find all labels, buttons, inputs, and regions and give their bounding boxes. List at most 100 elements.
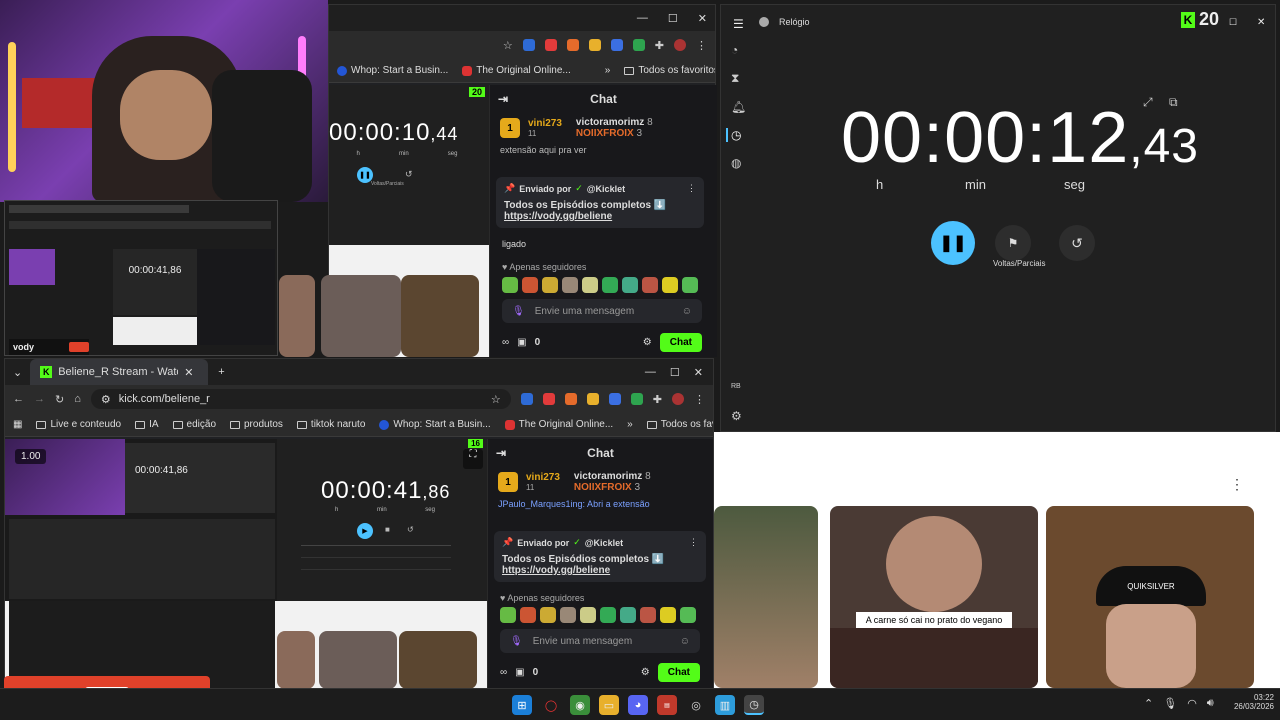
all-favorites[interactable]: Todos os favoritos xyxy=(624,65,715,76)
puzzle-icon[interactable]: ✚ xyxy=(655,39,664,52)
notepad-icon[interactable]: ▥ xyxy=(715,695,735,715)
maximize-icon[interactable]: ☐ xyxy=(670,366,680,379)
close-icon[interactable]: ✕ xyxy=(1257,17,1265,28)
alarm-icon[interactable]: 🔔︎ xyxy=(731,100,746,114)
wifi-icon[interactable]: ◠ xyxy=(1187,697,1197,710)
menu-dots-icon[interactable]: ⋮ xyxy=(696,39,707,52)
obs-icon[interactable]: ◎ xyxy=(686,695,706,715)
menu-dots-icon[interactable]: ⋮ xyxy=(694,393,705,406)
points-icon[interactable]: ▣ xyxy=(517,337,526,348)
extension-icon[interactable] xyxy=(632,39,645,51)
user-initials[interactable]: RB xyxy=(731,383,741,390)
tab-kick-stream[interactable]: KBeliene_R Stream - Watch Live✕ xyxy=(30,359,209,385)
system-clock[interactable]: 03:22 26/03/2026 xyxy=(1224,693,1274,711)
hamburger-menu-icon[interactable]: ☰ xyxy=(733,17,744,31)
minimize-icon[interactable]: — xyxy=(637,12,648,24)
close-icon[interactable]: ✕ xyxy=(698,12,707,25)
bookmark-whop[interactable]: Whop: Start a Busin... xyxy=(379,419,491,430)
chat-send-button[interactable]: Chat xyxy=(657,663,700,682)
video-thumbnail-vegan[interactable]: A carne só cai no prato do vegano xyxy=(830,506,1038,688)
infinity-icon[interactable]: ∞ xyxy=(500,667,507,678)
back-icon[interactable]: ← xyxy=(13,393,24,405)
playback-speed[interactable]: 1.00 xyxy=(15,449,47,464)
video-thumbnail[interactable] xyxy=(319,631,397,689)
more-bookmarks-icon[interactable]: » xyxy=(605,65,611,76)
video-thumbnail[interactable] xyxy=(401,275,479,357)
bookmark-original[interactable]: The Original Online... xyxy=(504,419,613,430)
app-icon[interactable]: ▤ xyxy=(657,695,677,715)
home-icon[interactable]: ⌂ xyxy=(74,393,81,405)
lap-button[interactable]: ⚑ xyxy=(995,225,1031,261)
chat-send-button[interactable]: Chat xyxy=(659,333,702,352)
pinned-link[interactable]: https://vody.gg/beliene xyxy=(504,211,696,222)
stream-player[interactable]: 1.00 00:00:41,86 16 ⛶ 00:00:41,86 h min se… xyxy=(5,439,487,601)
extension-icon[interactable] xyxy=(586,393,599,405)
pinned-link[interactable]: https://vody.gg/beliene xyxy=(502,565,698,576)
pause-button[interactable]: ❚❚ xyxy=(931,221,975,265)
extension-icon[interactable] xyxy=(610,39,623,51)
minimize-icon[interactable]: — xyxy=(645,366,656,378)
close-tab-icon[interactable]: ✕ xyxy=(184,366,193,379)
stopwatch-icon[interactable]: ◷ xyxy=(726,128,746,142)
maximize-icon[interactable]: ☐ xyxy=(668,12,678,25)
more-options-icon[interactable]: ⋮ xyxy=(1230,476,1244,493)
video-thumbnail[interactable] xyxy=(321,275,401,357)
star-icon[interactable]: ☆ xyxy=(491,393,501,406)
settings-gear-icon[interactable]: ⚙ xyxy=(731,409,742,423)
youtube-extension-icon[interactable] xyxy=(542,393,555,405)
youtube-extension-icon[interactable] xyxy=(544,39,557,51)
video-thumbnail-crowd[interactable] xyxy=(714,506,818,688)
extension-icon[interactable] xyxy=(522,39,535,51)
extension-icon[interactable] xyxy=(608,393,621,405)
chevron-up-icon[interactable]: ⌃ xyxy=(1144,697,1153,710)
apps-grid-icon[interactable]: ▦ xyxy=(13,419,22,430)
gear-icon[interactable]: ⚙ xyxy=(643,337,652,348)
avatar[interactable] xyxy=(672,393,684,405)
address-bar[interactable]: ⚙ kick.com/beliene_r ☆ xyxy=(90,389,511,409)
opera-icon[interactable]: ◯ xyxy=(541,695,561,715)
extension-icon[interactable] xyxy=(566,39,579,51)
chrome-icon[interactable]: ◉ xyxy=(570,695,590,715)
more-bookmarks-icon[interactable]: » xyxy=(627,419,633,430)
chat-input[interactable]: 🎙 Envie uma mensagem ☺ xyxy=(500,629,700,653)
bookmark-folder[interactable]: IA xyxy=(135,419,159,430)
new-tab-icon[interactable]: + xyxy=(208,366,234,378)
bookmark-original[interactable]: The Original Online... xyxy=(462,65,571,76)
video-thumbnail-singer[interactable]: QUIKSILVER xyxy=(1046,506,1254,688)
file-explorer-icon[interactable]: ▭ xyxy=(599,695,619,715)
menu-dots-icon[interactable]: ⋮ xyxy=(687,183,696,194)
forward-icon[interactable]: → xyxy=(34,393,45,405)
tab-list-icon[interactable]: ⌄ xyxy=(5,366,30,379)
extension-icon[interactable] xyxy=(564,393,577,405)
microphone-icon[interactable]: 🎙 xyxy=(1163,697,1177,710)
all-favorites[interactable]: Todos os favoritos xyxy=(646,419,713,430)
bookmark-folder[interactable]: produtos xyxy=(230,419,283,430)
star-icon[interactable]: ☆ xyxy=(503,39,513,52)
world-clock-icon[interactable]: ◍ xyxy=(731,156,746,170)
discord-icon[interactable]: ◕ xyxy=(628,695,648,715)
focus-icon[interactable]: ◔ xyxy=(731,43,746,57)
points-icon[interactable]: ▣ xyxy=(515,667,524,678)
speaker-icon[interactable]: 🔊︎ xyxy=(1207,697,1214,710)
puzzle-icon[interactable]: ✚ xyxy=(653,393,662,406)
avatar[interactable] xyxy=(674,39,686,51)
collapse-chat-icon[interactable]: ⇥ xyxy=(496,446,506,460)
bookmark-whop[interactable]: Whop: Start a Busin... xyxy=(337,65,448,76)
bookmark-folder[interactable]: Live e conteudo xyxy=(36,419,121,430)
video-thumbnail[interactable] xyxy=(399,631,477,689)
collapse-chat-icon[interactable]: ⇥ xyxy=(498,92,508,106)
bookmark-folder[interactable]: tiktok naruto xyxy=(296,419,365,430)
fullscreen-icon[interactable]: ⛶ xyxy=(463,449,483,469)
close-icon[interactable]: ✕ xyxy=(694,366,703,379)
clock-taskbar-icon[interactable]: ◷ xyxy=(744,695,764,715)
menu-dots-icon[interactable]: ⋮ xyxy=(689,537,698,548)
chat-input[interactable]: 🎙 Envie uma mensagem ☺ xyxy=(502,299,702,323)
extension-icon[interactable] xyxy=(520,393,533,405)
start-icon[interactable]: ⊞ xyxy=(512,695,532,715)
extension-icon[interactable] xyxy=(630,393,643,405)
bookmark-folder[interactable]: edição xyxy=(172,419,216,430)
timer-icon[interactable]: ⧗ xyxy=(731,71,746,86)
reset-button[interactable]: ↺ xyxy=(1059,225,1095,261)
maximize-icon[interactable]: ☐ xyxy=(1229,17,1237,28)
reload-icon[interactable]: ↻ xyxy=(55,393,64,406)
